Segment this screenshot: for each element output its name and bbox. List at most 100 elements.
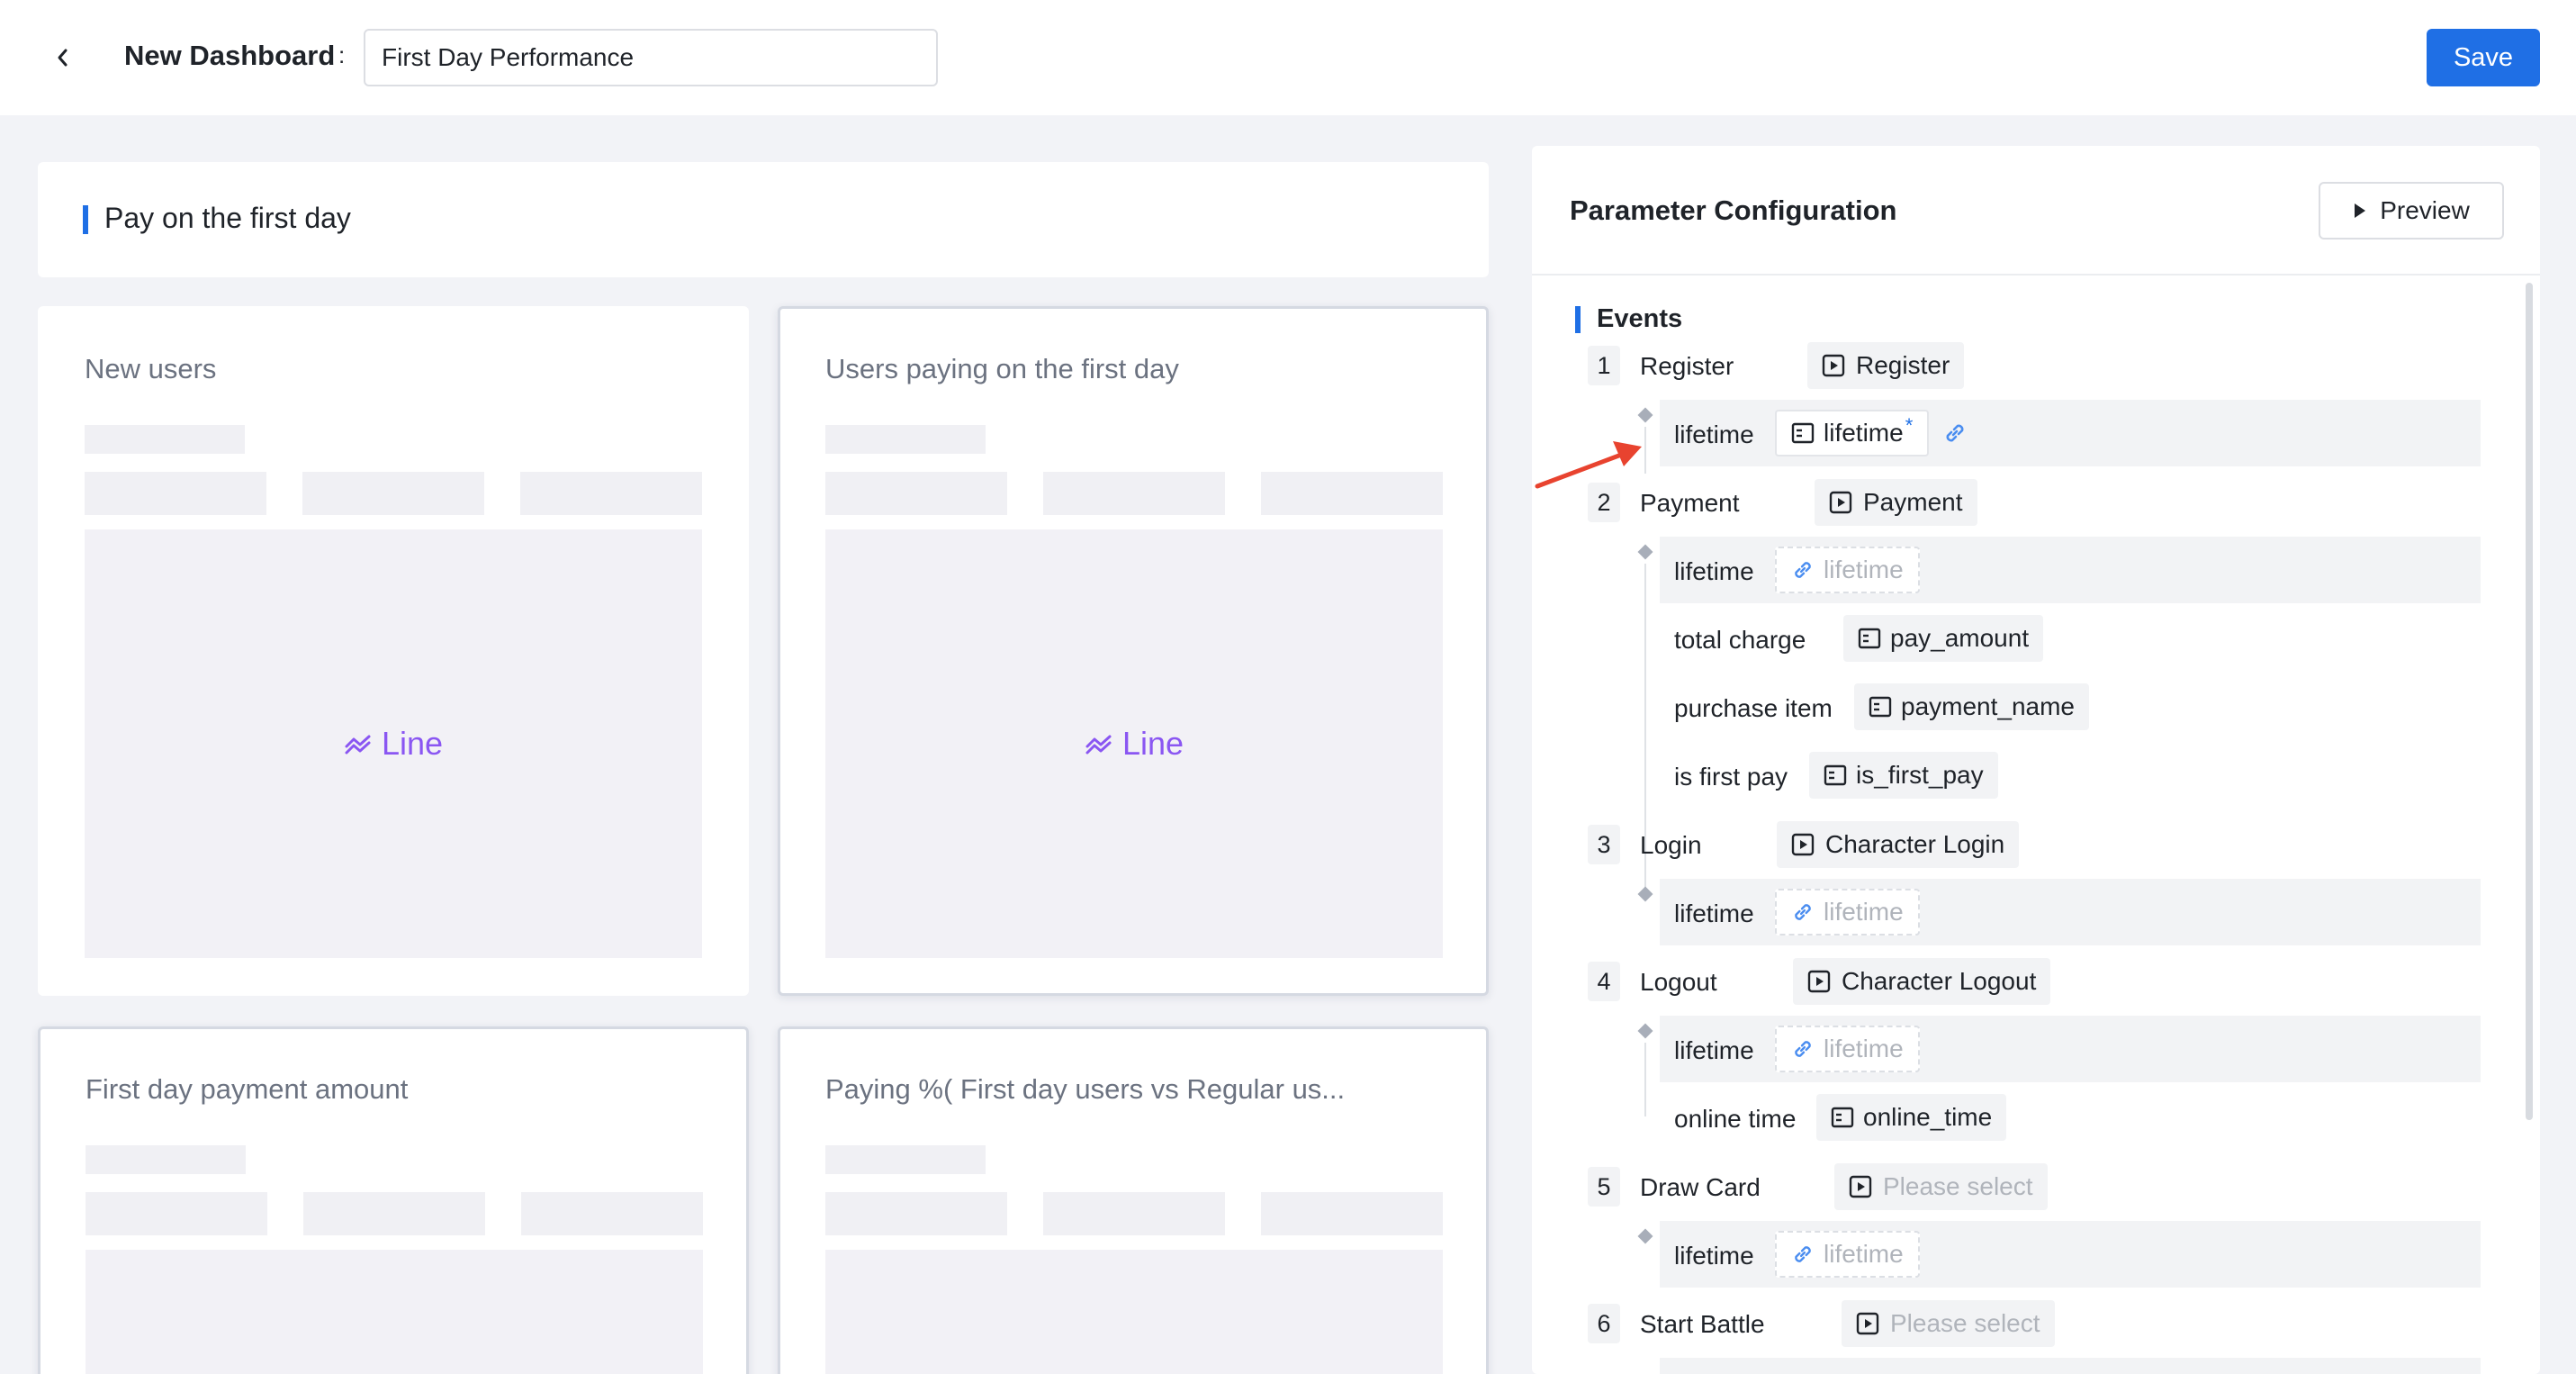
section-header: Pay on the first day [38, 162, 1489, 277]
required-asterisk: * [1905, 414, 1914, 437]
event-select[interactable]: Please select [1834, 1163, 2048, 1210]
property-select-value: payment_name [1901, 692, 2076, 720]
skeleton-bar [302, 472, 484, 515]
chevron-left-icon [58, 49, 68, 67]
property-group-marker [1637, 1228, 1653, 1244]
save-button[interactable]: Save [2427, 29, 2540, 86]
event-select[interactable]: Please select [1842, 1300, 2055, 1347]
card-title: Users paying on the first day [825, 353, 1179, 384]
property-linked-value: lifetime [1824, 556, 1904, 583]
section-accent-bar [83, 205, 88, 234]
parameter-configuration-panel: Parameter Configuration Preview Events 1… [1532, 146, 2540, 1374]
property-label: lifetime [1674, 1036, 1754, 1064]
skeleton-bar [85, 425, 245, 454]
event-icon [1849, 1175, 1872, 1198]
link-icon [1795, 1246, 1811, 1262]
property-select-value: pay_amount [1890, 624, 2030, 652]
annotation-arrow [1535, 441, 1642, 489]
play-icon [2355, 203, 2366, 218]
skeleton-bar [825, 425, 986, 454]
skeleton-bar [1261, 1192, 1443, 1235]
preview-label: Preview [2380, 196, 2470, 224]
panel-title: Parameter Configuration [1570, 194, 1897, 226]
property-group-marker [1637, 886, 1653, 902]
property-label: is first pay [1674, 763, 1788, 791]
chart-card-paying-percent[interactable]: Paying %( First day users vs Regular us.… [778, 1026, 1489, 1374]
back-button[interactable] [47, 41, 79, 74]
skeleton-bar [825, 472, 1007, 515]
property-group-line [1644, 1043, 1646, 1116]
top-header: New Dashboard : Save [0, 0, 2576, 115]
property-label: total charge [1674, 626, 1806, 654]
event-label: Login [1640, 831, 1702, 859]
skeleton-bar [303, 1192, 485, 1235]
property-select[interactable]: pay_amount [1843, 615, 2044, 662]
scrollbar-thumb[interactable] [2526, 283, 2533, 1120]
property-icon [1831, 1107, 1854, 1128]
event-select-placeholder: Please select [1883, 1172, 2033, 1200]
card-title: New users [85, 353, 217, 384]
skeleton-bar [86, 1145, 246, 1174]
property-select[interactable]: is_first_pay [1809, 752, 1998, 799]
chart-card-users-paying[interactable]: Users paying on the first day Line [778, 306, 1489, 996]
link-icon [1795, 904, 1811, 920]
property-select[interactable]: online_time [1816, 1094, 2007, 1141]
event-select[interactable]: Character Login [1777, 821, 2020, 868]
event-select-value: Payment [1863, 488, 1963, 516]
property-select-value: online_time [1863, 1103, 1993, 1131]
chart-placeholder: Line [825, 529, 1443, 958]
card-title: First day payment amount [86, 1073, 409, 1105]
property-label: lifetime [1674, 899, 1754, 927]
dashboard-name-input[interactable] [364, 29, 938, 86]
chart-card-first-day-payment[interactable]: First day payment amount [38, 1026, 749, 1374]
line-chart-icon [1085, 735, 1112, 755]
link-icon [1795, 562, 1811, 578]
property-row-highlight [1660, 1358, 2481, 1374]
property-select[interactable]: payment_name [1854, 683, 2090, 730]
panel-header: Parameter Configuration Preview [1532, 146, 2540, 276]
skeleton-bar [521, 1192, 703, 1235]
skeleton-bar [825, 1145, 986, 1174]
property-icon [1824, 764, 1847, 786]
property-icon [1869, 696, 1892, 718]
chart-card-new-users[interactable]: New users Line [38, 306, 749, 996]
section-title: Pay on the first day [104, 202, 351, 234]
event-number: 4 [1588, 962, 1620, 1001]
event-icon [1822, 354, 1845, 377]
events-accent-bar [1575, 306, 1581, 333]
skeleton-bar [1043, 1192, 1225, 1235]
property-label: online time [1674, 1105, 1797, 1133]
chart-type-label: Line [1121, 725, 1184, 762]
property-linked[interactable]: lifetime [1775, 1231, 1920, 1278]
property-label: purchase item [1674, 694, 1833, 722]
event-select[interactable]: Character Logout [1793, 958, 2051, 1005]
event-select-value: Character Login [1825, 830, 2005, 858]
property-select-value: lifetime [1824, 419, 1904, 447]
event-select-value: Character Logout [1842, 967, 2037, 995]
event-icon [1807, 970, 1831, 993]
chart-placeholder: Line [85, 529, 702, 958]
property-linked[interactable]: lifetime [1775, 889, 1920, 936]
title-colon: : [338, 41, 346, 68]
event-label: Logout [1640, 968, 1717, 996]
event-icon [1856, 1312, 1879, 1335]
event-icon [1829, 491, 1852, 514]
property-label: lifetime [1674, 1242, 1754, 1270]
skeleton-bar [1043, 472, 1225, 515]
property-label: lifetime [1674, 420, 1754, 448]
event-label: Start Battle [1640, 1310, 1765, 1338]
line-chart-icon [345, 735, 371, 755]
property-linked-value: lifetime [1824, 898, 1904, 926]
property-linked[interactable]: lifetime [1775, 1026, 1920, 1072]
preview-button[interactable]: Preview [2319, 182, 2504, 240]
events-title: Events [1597, 304, 1683, 333]
event-select[interactable]: Payment [1815, 479, 1977, 526]
link-icon[interactable] [1942, 420, 1968, 446]
skeleton-bar [85, 472, 266, 515]
event-number: 6 [1588, 1304, 1620, 1343]
property-icon [1858, 628, 1881, 649]
event-number: 5 [1588, 1167, 1620, 1207]
event-select[interactable]: Register [1807, 342, 1965, 389]
property-select[interactable]: lifetime * [1775, 410, 1930, 456]
property-linked[interactable]: lifetime [1775, 547, 1920, 593]
